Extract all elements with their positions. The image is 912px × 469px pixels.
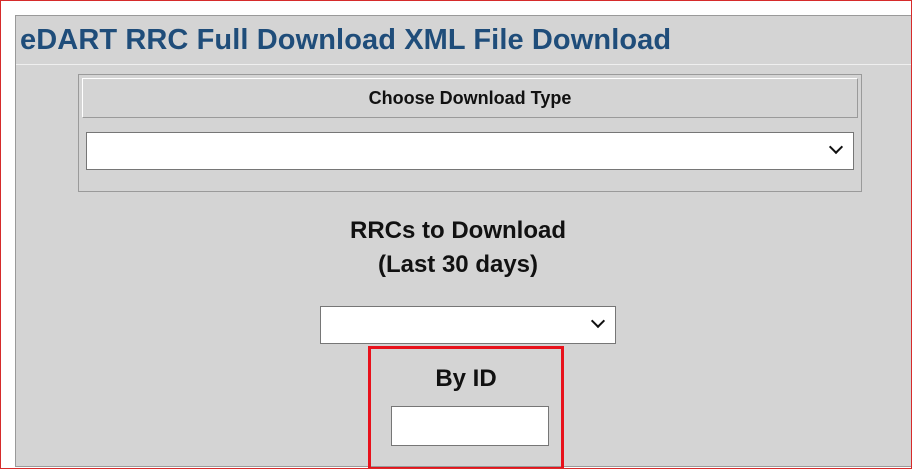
download-type-header: Choose Download Type bbox=[82, 78, 858, 118]
title-divider bbox=[16, 64, 911, 65]
rrcs-label-line2: (Last 30 days) bbox=[377, 251, 539, 278]
rrcs-select[interactable] bbox=[320, 306, 616, 344]
rrcs-to-download-label: RRCs to Download (Last 30 days) bbox=[306, 214, 610, 282]
download-type-select[interactable] bbox=[86, 132, 854, 170]
screenshot-frame: eDART RRC Full Download XML File Downloa… bbox=[0, 0, 912, 469]
chevron-down-icon bbox=[828, 139, 844, 155]
highlight-box bbox=[368, 346, 564, 468]
rrcs-label-line1: RRCs to Download bbox=[350, 217, 566, 244]
chevron-down-icon bbox=[590, 313, 606, 329]
page-title: eDART RRC Full Download XML File Downloa… bbox=[20, 24, 672, 56]
download-panel: eDART RRC Full Download XML File Downloa… bbox=[15, 15, 911, 468]
download-type-box: Choose Download Type bbox=[78, 74, 862, 192]
